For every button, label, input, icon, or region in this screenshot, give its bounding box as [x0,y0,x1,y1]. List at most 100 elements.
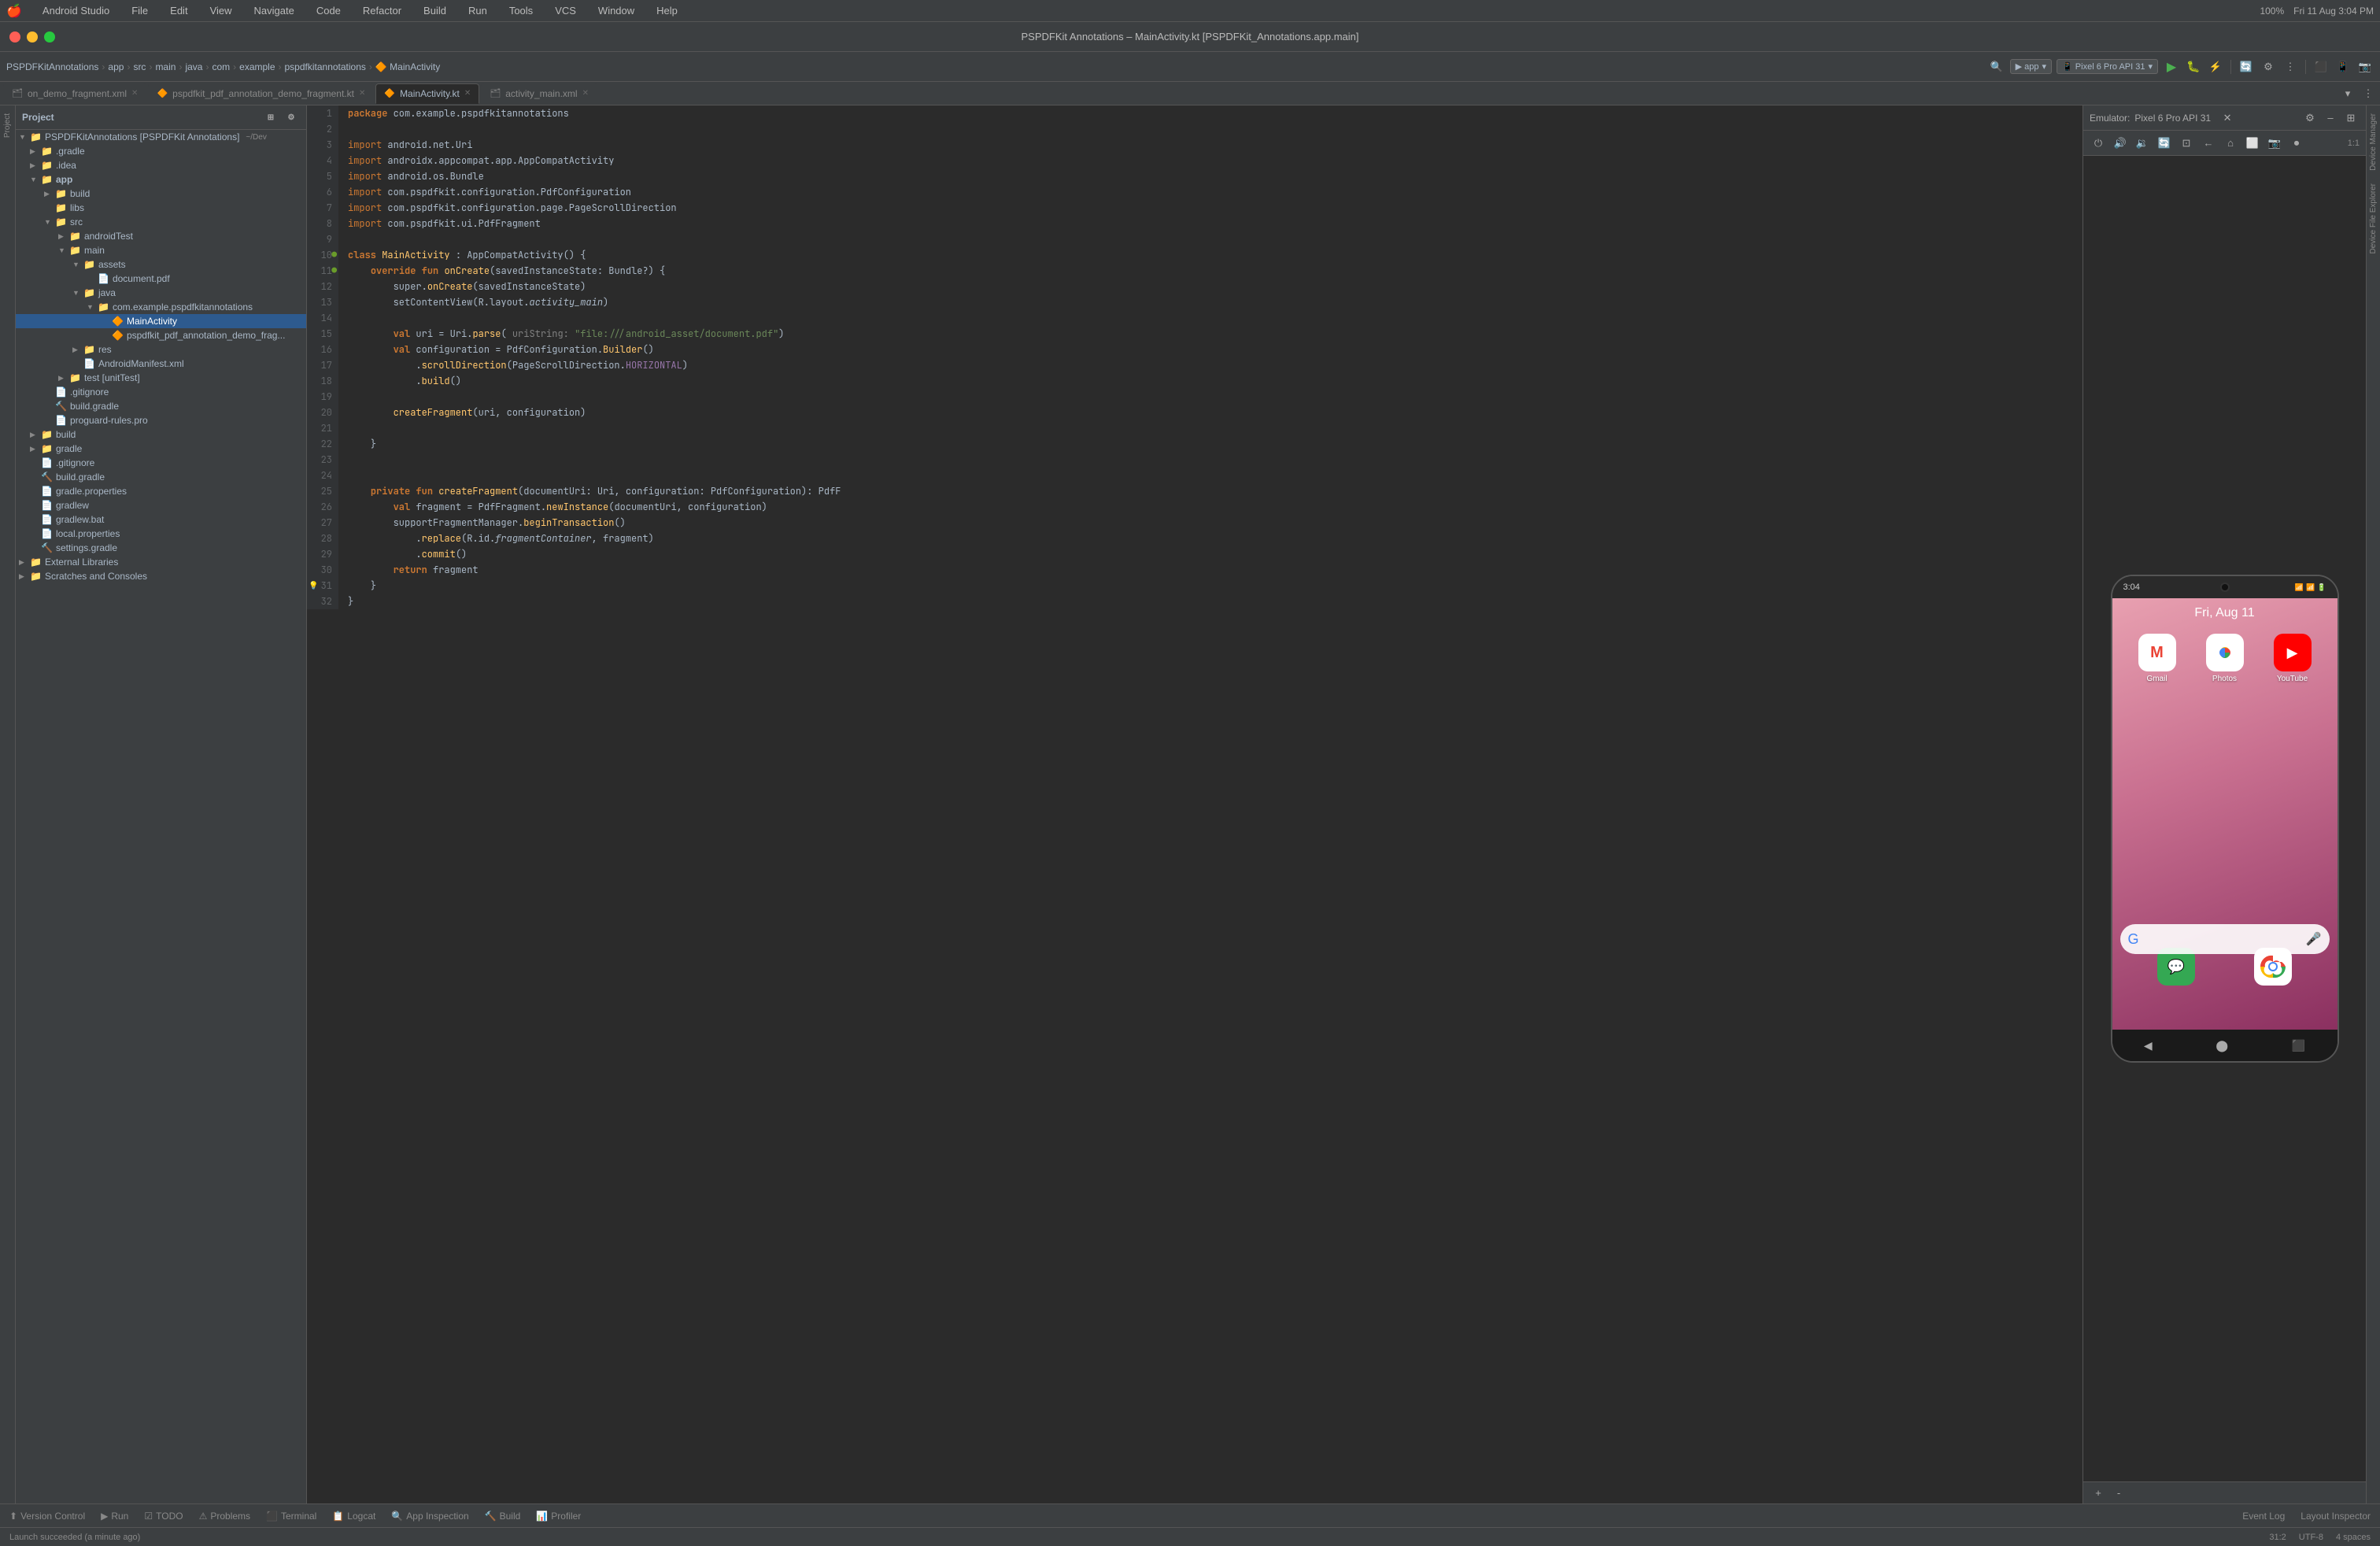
apple-menu[interactable]: 🍎 [6,3,22,19]
device-file-explorer-label[interactable]: Device File Explorer [2367,179,2379,258]
emulator-expand-btn[interactable]: ⊞ [2342,109,2360,127]
event-log-btn[interactable]: Event Log [2239,1509,2288,1523]
tree-item-gradle-root[interactable]: ▶ 📁 gradle [16,442,306,456]
overview-nav-btn[interactable]: ⬜ [2244,135,2261,152]
menu-window[interactable]: Window [593,3,639,18]
app-selector[interactable]: ▶ app ▾ [2010,59,2052,74]
tree-item-src[interactable]: ▼ 📁 src [16,215,306,229]
home-nav-btn[interactable]: ⌂ [2222,135,2239,152]
tree-item-main[interactable]: ▼ 📁 main [16,243,306,257]
tree-item-local-properties[interactable]: 📄 local.properties [16,527,306,541]
todo-btn[interactable]: ☑ TODO [141,1509,186,1523]
phone-search-bar[interactable]: G 🎤 [2120,924,2330,954]
tree-item-pdffrag[interactable]: 🔶 pspdfkit_pdf_annotation_demo_frag... [16,328,306,342]
sync-button[interactable]: 🔄 [2238,58,2255,76]
volume-up-btn[interactable]: 🔊 [2112,135,2129,152]
home-button[interactable]: ⬤ [2216,1039,2228,1052]
menu-view[interactable]: View [205,3,237,18]
build-btn[interactable]: 🔨 Build [482,1509,524,1523]
breadcrumb-app2[interactable]: app [108,61,124,72]
menu-build[interactable]: Build [419,3,451,18]
layout-button[interactable]: ⬛ [2312,58,2330,76]
tree-item-assets[interactable]: ▼ 📁 assets [16,257,306,272]
close-button[interactable] [9,31,20,43]
tree-item-build-root[interactable]: ▶ 📁 build [16,427,306,442]
tree-item-gradlew-bat[interactable]: 📄 gradlew.bat [16,512,306,527]
version-control-btn[interactable]: ⬆ Version Control [6,1509,88,1523]
editor-options-button[interactable]: ⋮ [2360,85,2377,102]
menu-run[interactable]: Run [464,3,492,18]
device-selector[interactable]: 📱 Pixel 6 Pro API 31 ▾ [2057,59,2158,74]
problems-btn[interactable]: ⚠ Problems [196,1509,253,1523]
breadcrumb-class[interactable]: 🔶 MainActivity [375,61,440,72]
menu-file[interactable]: File [127,3,153,18]
breadcrumb-pkg[interactable]: pspdfkitannotations [285,61,366,72]
tree-item-gradlew[interactable]: 📄 gradlew [16,498,306,512]
gmail-app-icon[interactable]: M Gmail [2138,634,2176,683]
menu-android-studio[interactable]: Android Studio [38,3,114,18]
menu-help[interactable]: Help [652,3,682,18]
tree-item-build-gradle[interactable]: 🔨 build.gradle [16,399,306,413]
phone-screen[interactable]: Fri, Aug 11 M Gmail [2112,598,2338,1030]
maximize-button[interactable] [44,31,55,43]
layout-inspector-btn[interactable]: Layout Inspector [2297,1509,2374,1523]
rotate-btn[interactable]: 🔄 [2156,135,2173,152]
tree-item-idea[interactable]: ▶ 📁 .idea [16,158,306,172]
back-button[interactable]: ◀ [2144,1039,2153,1052]
tree-item-mainactivity[interactable]: 🔶 MainActivity [16,314,306,328]
settings-tree-button[interactable]: ⚙ [283,109,300,126]
breadcrumb-java[interactable]: java [185,61,202,72]
project-tool-window-strip[interactable]: Project [2,109,13,142]
device-manager-label[interactable]: Device Manager [2367,109,2379,176]
tree-item-proguard[interactable]: 📄 proguard-rules.pro [16,413,306,427]
breadcrumb-example[interactable]: example [239,61,275,72]
emulator-settings-btn[interactable]: ⚙ [2301,109,2319,127]
tree-item-res[interactable]: ▶ 📁 res [16,342,306,357]
zoom-out-btn[interactable]: - [2110,1485,2127,1502]
tree-item-external-libs[interactable]: ▶ 📁 External Libraries [16,555,306,569]
recent-files-button[interactable]: ▾ [2339,85,2356,102]
menu-vcs[interactable]: VCS [550,3,581,18]
menu-navigate[interactable]: Navigate [249,3,299,18]
tab-activity-main-xml[interactable]: 🗂 activity_main.xml ✕ [481,83,597,104]
tab-mainactivity[interactable]: 🔶 MainActivity.kt ✕ [375,83,479,104]
app-inspection-btn[interactable]: 🔍 App Inspection [388,1509,471,1523]
zoom-in-btn[interactable]: + [2090,1485,2107,1502]
tree-item-build[interactable]: ▶ 📁 build [16,187,306,201]
record-btn[interactable]: ⏺ [2288,135,2305,152]
voice-search-icon[interactable]: 🎤 [2306,931,2322,947]
minimize-button[interactable] [27,31,38,43]
tree-item-gitignore[interactable]: 📄 .gitignore [16,385,306,399]
phone-frame[interactable]: 3:04 📶 📶 🔋 Fri, Aug 11 [2111,575,2339,1063]
tree-item-gradle-properties[interactable]: 📄 gradle.properties [16,484,306,498]
tree-item-scratches[interactable]: ▶ 📁 Scratches and Consoles [16,569,306,583]
menu-refactor[interactable]: Refactor [358,3,406,18]
power-btn[interactable]: ⏻ [2090,135,2107,152]
tab-on-demo-fragment[interactable]: 🗂 on_demo_fragment.xml ✕ [3,83,146,104]
device-mirror-button[interactable]: 📱 [2334,58,2352,76]
collapse-all-button[interactable]: ⊞ [262,109,279,126]
tree-item-document-pdf[interactable]: 📄 document.pdf [16,272,306,286]
tree-item-manifest[interactable]: 📄 AndroidManifest.xml [16,357,306,371]
back-nav-btn[interactable]: ← [2200,135,2217,152]
photos-app-icon[interactable]: Photos [2206,634,2244,683]
tree-item-app[interactable]: ▼ 📁 app [16,172,306,187]
breadcrumb-src[interactable]: src [133,61,146,72]
tree-item-build-gradle-root[interactable]: 🔨 build.gradle [16,470,306,484]
menu-edit[interactable]: Edit [165,3,192,18]
tree-item-settings-gradle[interactable]: 🔨 settings.gradle [16,541,306,555]
run-panel-btn[interactable]: ▶ Run [98,1509,131,1523]
youtube-app-icon[interactable]: ▶ YouTube [2274,634,2312,683]
profiler-btn[interactable]: 📊 Profiler [533,1509,584,1523]
emulator-close-btn[interactable]: ✕ [2219,109,2236,127]
emulator-minimize-btn[interactable]: – [2322,109,2339,127]
tree-item-root[interactable]: ▼ 📁 PSPDFKitAnnotations [PSPDFKit Annota… [16,130,306,144]
screenshot-capture-btn[interactable]: 📷 [2266,135,2283,152]
debug-button[interactable]: 🐛 [2185,58,2202,76]
tab-close-active-btn[interactable]: ✕ [464,89,471,98]
menu-code[interactable]: Code [312,3,346,18]
screenshot-button[interactable]: 📷 [2356,58,2374,76]
attach-debugger-button[interactable]: ⚡ [2207,58,2224,76]
tree-item-package[interactable]: ▼ 📁 com.example.pspdfkitannotations [16,300,306,314]
code-editor[interactable]: 1 package com.example.pspdfkitannotation… [307,105,2082,1503]
